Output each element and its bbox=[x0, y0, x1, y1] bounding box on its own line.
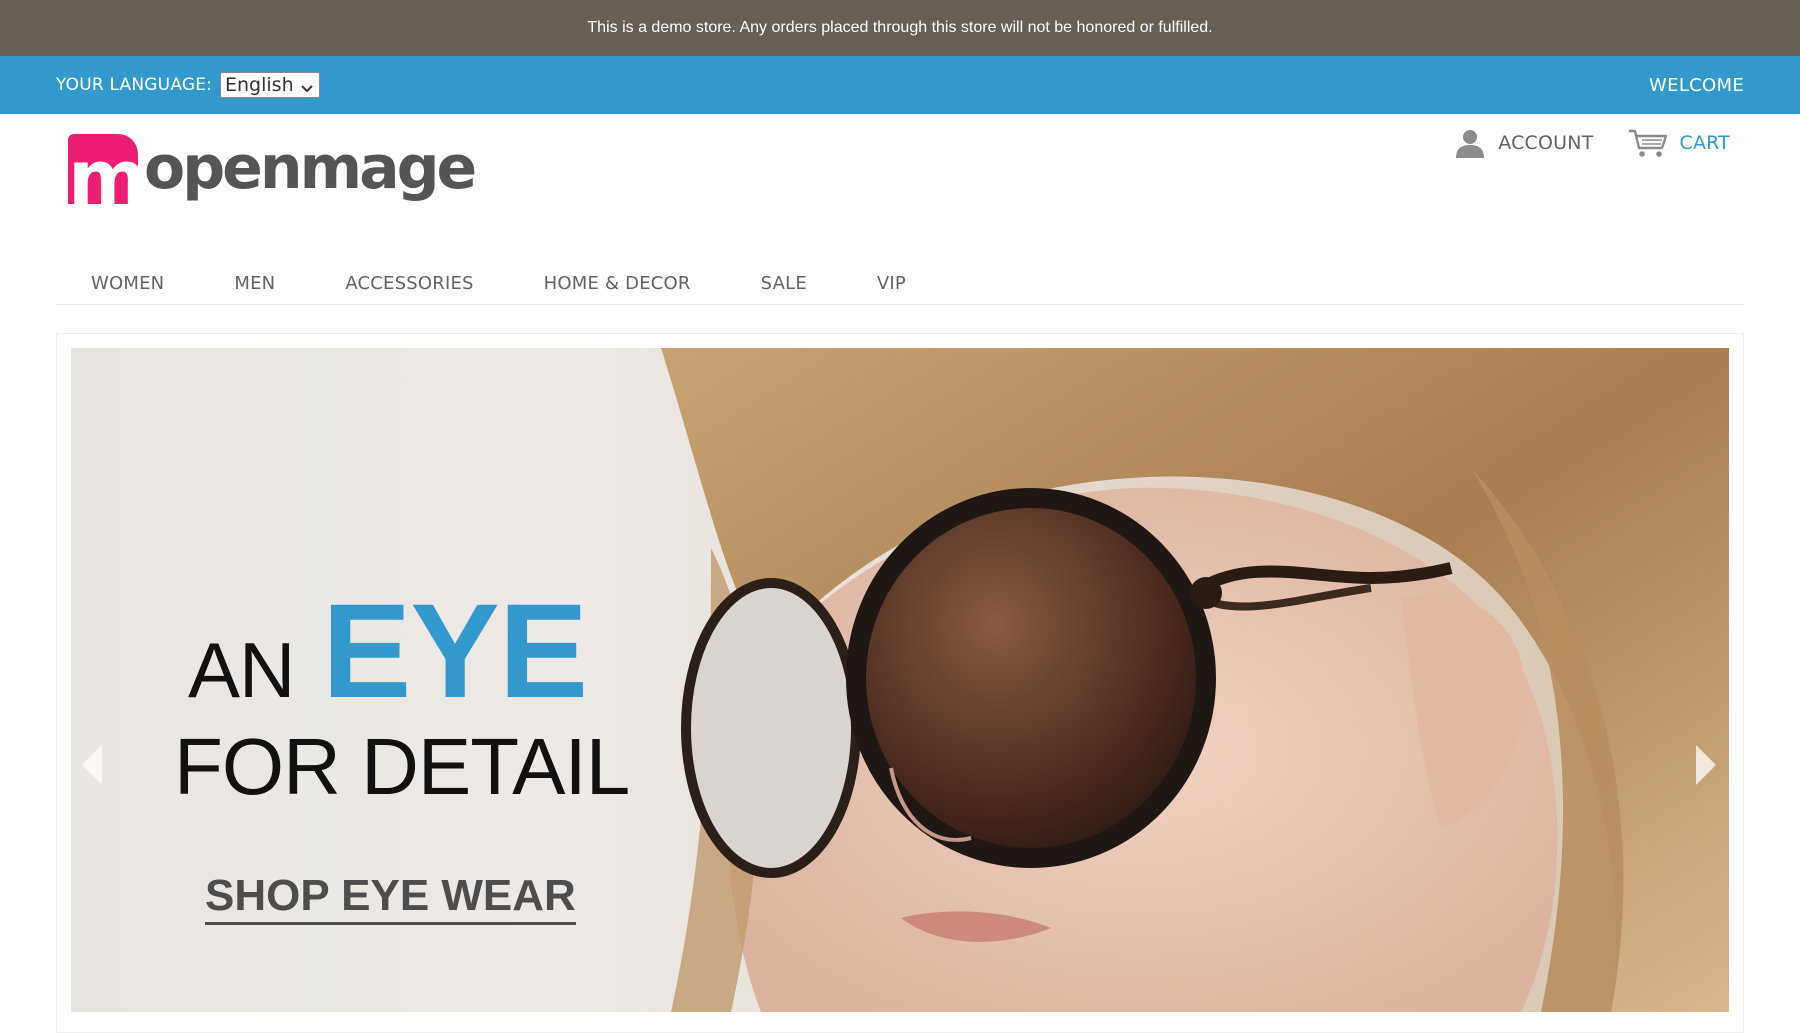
store-logo[interactable]: m openmage bbox=[68, 126, 488, 210]
main-navigation: WOMEN MEN ACCESSORIES HOME & DECOR SALE … bbox=[56, 262, 1744, 305]
nav-item-women[interactable]: WOMEN bbox=[91, 273, 164, 294]
welcome-message: WELCOME bbox=[1649, 74, 1744, 96]
language-select[interactable]: English bbox=[220, 72, 320, 98]
chevron-down-icon bbox=[300, 78, 314, 100]
account-link[interactable]: ACCOUNT bbox=[1454, 128, 1593, 158]
demo-store-notice-text: This is a demo store. Any orders placed … bbox=[587, 19, 1213, 36]
nav-item-vip[interactable]: VIP bbox=[877, 273, 906, 294]
shop-eye-wear-link[interactable]: SHOP EYE WEAR bbox=[205, 870, 576, 925]
slider-next-button[interactable] bbox=[1690, 740, 1720, 790]
chevron-right-icon bbox=[1690, 745, 1720, 794]
cart-link[interactable]: CART bbox=[1628, 128, 1731, 158]
nav-item-home-decor[interactable]: HOME & DECOR bbox=[544, 273, 691, 294]
nav-item-sale[interactable]: SALE bbox=[761, 273, 807, 294]
nav-item-men[interactable]: MEN bbox=[234, 273, 275, 294]
slider-prev-button[interactable] bbox=[78, 740, 108, 790]
cart-icon bbox=[1628, 128, 1668, 158]
person-icon bbox=[1454, 128, 1486, 158]
hero-headline-eye: EYE bbox=[322, 577, 588, 726]
header-links: ACCOUNT CART bbox=[1454, 126, 1730, 160]
hero-headline-for-detail: FOR DETAIL bbox=[174, 722, 630, 811]
chevron-left-icon bbox=[78, 745, 108, 794]
language-label: YOUR LANGUAGE: bbox=[56, 75, 213, 95]
hero-headline-an: AN bbox=[188, 626, 295, 714]
nav-item-accessories[interactable]: ACCESSORIES bbox=[345, 273, 473, 294]
cart-label: CART bbox=[1679, 132, 1730, 154]
logo-text: openmage bbox=[144, 133, 477, 203]
language-bar: YOUR LANGUAGE: English WELCOME bbox=[0, 56, 1800, 114]
demo-store-notice: This is a demo store. Any orders placed … bbox=[0, 0, 1800, 56]
language-select-value: English bbox=[225, 74, 294, 96]
account-label: ACCOUNT bbox=[1498, 132, 1594, 154]
logo-mark-letter: m bbox=[68, 134, 138, 205]
logo-mark: m bbox=[68, 134, 138, 204]
